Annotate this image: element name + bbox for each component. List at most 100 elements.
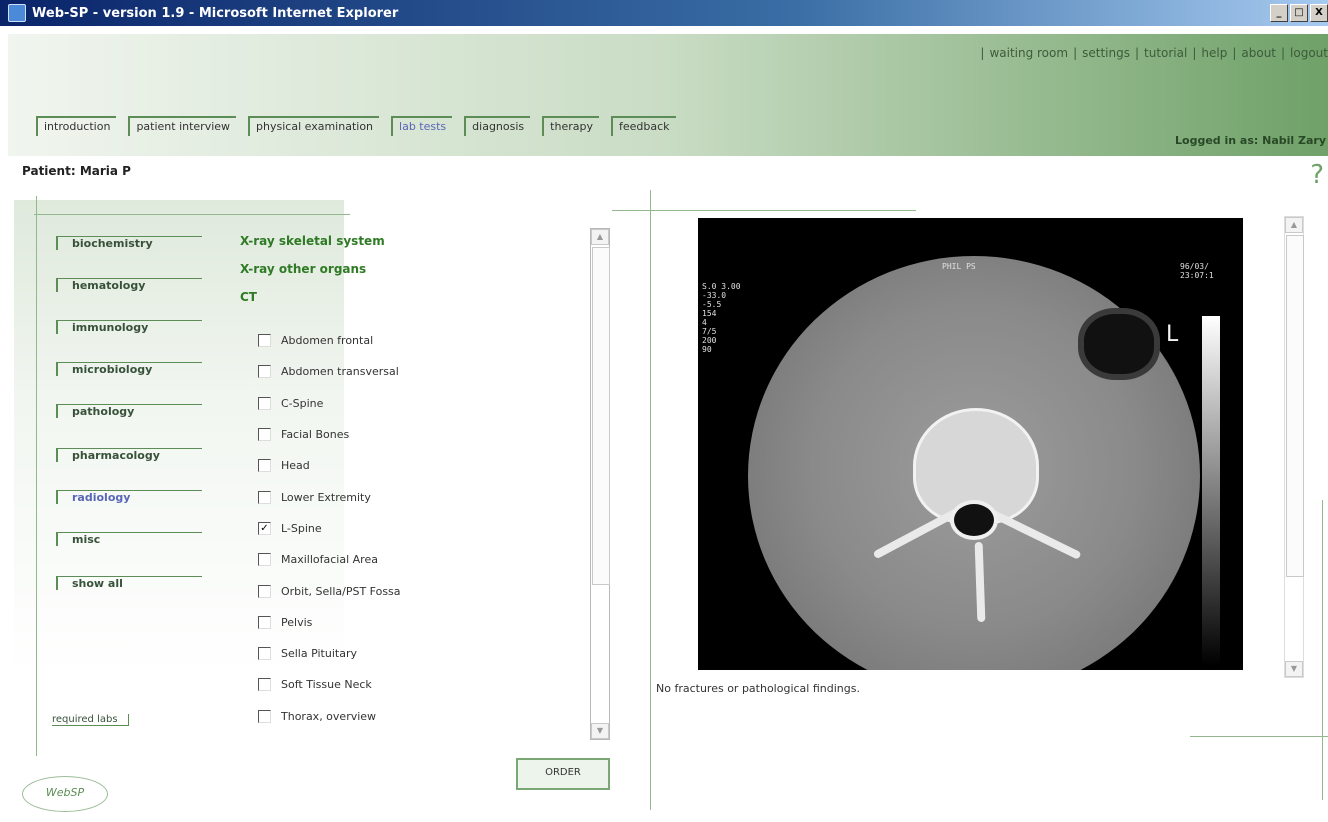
- tab-feedback[interactable]: feedback: [610, 116, 676, 136]
- list-item: Orbit, Sella/PST Fossa: [258, 575, 588, 606]
- checkbox[interactable]: [258, 459, 271, 473]
- ct-side-label: L: [1166, 322, 1179, 347]
- category-hematology[interactable]: hematology: [56, 278, 202, 292]
- list-item: Thorax, overview: [258, 701, 588, 732]
- tab-diagnosis[interactable]: diagnosis: [464, 116, 531, 136]
- checkbox[interactable]: [258, 396, 271, 410]
- tab-physical-examination[interactable]: physical examination: [248, 116, 380, 136]
- exam-group-xray-other[interactable]: X-ray other organs: [240, 262, 385, 290]
- list-item: Sella Pituitary: [258, 638, 588, 669]
- option-label: Sella Pituitary: [281, 647, 357, 661]
- checkbox[interactable]: [258, 428, 271, 442]
- tab-lab-tests[interactable]: lab tests: [391, 116, 453, 136]
- option-label: Soft Tissue Neck: [281, 678, 372, 692]
- category-biochemistry[interactable]: biochemistry: [56, 236, 202, 250]
- exam-group-ct[interactable]: CT: [240, 290, 385, 318]
- list-item: Head: [258, 450, 588, 481]
- logged-in-label: Logged in as: Nabil Zary: [1175, 134, 1326, 147]
- category-immunology[interactable]: immunology: [56, 320, 202, 334]
- category-radiology[interactable]: radiology: [56, 490, 202, 504]
- ct-bowel-gas: [1078, 308, 1160, 380]
- option-label: Abdomen transversal: [281, 365, 399, 379]
- tab-therapy[interactable]: therapy: [542, 116, 599, 136]
- option-label: Lower Extremity: [281, 490, 371, 504]
- list-item: Abdomen transversal: [258, 356, 588, 387]
- checkbox[interactable]: [258, 334, 271, 348]
- close-button[interactable]: X: [1310, 4, 1328, 22]
- result-scrollbar[interactable]: ▲ ▼: [1284, 216, 1304, 678]
- window-controls: _ □ X: [1270, 4, 1328, 22]
- ie-icon: [8, 4, 26, 22]
- divider: [650, 190, 651, 810]
- scroll-thumb[interactable]: [1286, 235, 1304, 577]
- main-tabs: introduction patient interview physical …: [36, 116, 676, 136]
- minimize-button[interactable]: _: [1270, 4, 1288, 22]
- top-nav: | waiting room | settings | tutorial | h…: [980, 46, 1328, 60]
- divider: [612, 210, 916, 211]
- checkbox[interactable]: [258, 490, 271, 504]
- link-about[interactable]: about: [1241, 46, 1276, 60]
- ct-overlay-top: PHIL PS: [942, 262, 976, 271]
- option-label: Facial Bones: [281, 428, 350, 442]
- ct-options-list: Abdomen frontal Abdomen transversal C-Sp…: [258, 325, 588, 745]
- checkbox[interactable]: [258, 584, 271, 598]
- list-item: Lower Extremity: [258, 481, 588, 512]
- result-caption: No fractures or pathological findings.: [656, 682, 860, 695]
- list-item: Abdomen frontal: [258, 325, 588, 356]
- maximize-button[interactable]: □: [1290, 4, 1308, 22]
- window-title: Web-SP - version 1.9 - Microsoft Interne…: [32, 5, 399, 21]
- scroll-thumb[interactable]: [592, 247, 610, 585]
- divider: [1322, 500, 1323, 800]
- checkbox[interactable]: [258, 365, 271, 379]
- websp-logo: WebSP: [22, 776, 108, 812]
- scroll-up-arrow-icon[interactable]: ▲: [591, 229, 609, 245]
- option-label: Thorax, overview: [281, 709, 377, 723]
- app-header: | waiting room | settings | tutorial | h…: [8, 34, 1328, 156]
- ct-spinal-canal: [950, 500, 998, 540]
- ct-overlay-left: S.0 3.00 -33.0 -5.5 154 4 7/5 200 90: [702, 282, 741, 354]
- category-show-all[interactable]: show all: [56, 576, 202, 590]
- order-button[interactable]: ORDER: [516, 758, 610, 790]
- scroll-down-arrow-icon[interactable]: ▼: [1285, 661, 1303, 677]
- category-microbiology[interactable]: microbiology: [56, 362, 202, 376]
- scroll-down-arrow-icon[interactable]: ▼: [591, 723, 609, 739]
- divider: [1190, 736, 1328, 737]
- divider: [36, 196, 37, 756]
- link-tutorial[interactable]: tutorial: [1144, 46, 1187, 60]
- required-labs-link[interactable]: required labs: [52, 714, 129, 726]
- category-pathology[interactable]: pathology: [56, 404, 202, 418]
- ct-scan-image: S.0 3.00 -33.0 -5.5 154 4 7/5 200 90 PHI…: [698, 218, 1243, 670]
- category-misc[interactable]: misc: [56, 532, 202, 546]
- tab-introduction[interactable]: introduction: [36, 116, 117, 136]
- checkbox[interactable]: ✓: [258, 521, 271, 535]
- category-pharmacology[interactable]: pharmacology: [56, 448, 202, 462]
- option-label: C-Spine: [281, 396, 324, 410]
- checkbox[interactable]: [258, 647, 271, 661]
- link-logout[interactable]: logout: [1290, 46, 1328, 60]
- scroll-up-arrow-icon[interactable]: ▲: [1285, 217, 1303, 233]
- checkbox[interactable]: [258, 615, 271, 629]
- option-label: Maxillofacial Area: [281, 553, 378, 567]
- list-item: Pelvis: [258, 607, 588, 638]
- options-scrollbar[interactable]: ▲ ▼: [590, 228, 610, 740]
- tab-patient-interview[interactable]: patient interview: [128, 116, 237, 136]
- help-icon[interactable]: ?: [1310, 160, 1324, 190]
- list-item: ✓ L-Spine: [258, 513, 588, 544]
- window-titlebar: Web-SP - version 1.9 - Microsoft Interne…: [0, 0, 1328, 26]
- exam-group-xray-skeletal[interactable]: X-ray skeletal system: [240, 234, 385, 262]
- list-item: C-Spine: [258, 388, 588, 419]
- link-help[interactable]: help: [1201, 46, 1227, 60]
- option-label: Orbit, Sella/PST Fossa: [281, 584, 401, 598]
- option-label: L-Spine: [281, 521, 322, 535]
- option-label: Abdomen frontal: [281, 334, 374, 348]
- list-item: Soft Tissue Neck: [258, 669, 588, 700]
- ct-grayscale-bar: [1202, 316, 1220, 666]
- checkbox[interactable]: [258, 678, 271, 692]
- checkbox[interactable]: [258, 553, 271, 567]
- link-waiting-room[interactable]: waiting room: [989, 46, 1068, 60]
- checkbox[interactable]: [258, 709, 271, 723]
- link-settings[interactable]: settings: [1082, 46, 1130, 60]
- divider: [34, 214, 350, 215]
- patient-name: Patient: Maria P: [22, 164, 131, 178]
- option-label: Head: [281, 459, 310, 473]
